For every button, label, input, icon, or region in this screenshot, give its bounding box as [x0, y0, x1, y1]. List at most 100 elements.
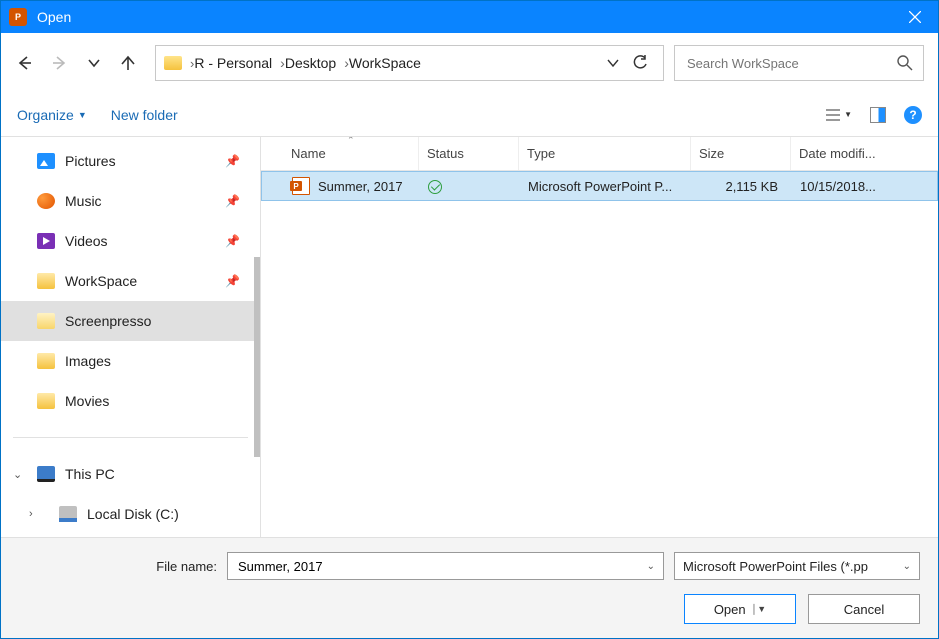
back-button[interactable]: [15, 54, 33, 72]
sidebar-item-movies[interactable]: Movies: [1, 381, 260, 421]
file-size: 2,115 KB: [692, 179, 792, 194]
crumb-workspace[interactable]: WorkSpace: [349, 55, 421, 71]
sidebar-item-music[interactable]: Music 📌: [1, 181, 260, 221]
folder-open-icon: [37, 313, 55, 329]
column-header-status[interactable]: Status: [419, 137, 519, 170]
forward-button[interactable]: [51, 54, 69, 72]
folder-icon: [37, 353, 55, 369]
arrow-right-icon: [51, 54, 69, 72]
sidebar-item-videos[interactable]: Videos 📌: [1, 221, 260, 261]
file-list-header: ⌃Name Status Type Size Date modifi...: [261, 137, 938, 171]
folder-icon: [37, 273, 55, 289]
organize-menu[interactable]: Organize ▼: [17, 107, 87, 123]
sidebar-item-this-pc[interactable]: ⌄ This PC: [1, 454, 260, 494]
crumb-label: Desktop: [285, 55, 336, 71]
column-header-name[interactable]: ⌃Name: [261, 137, 419, 170]
dialog-title: Open: [37, 9, 892, 25]
crumb-r-personal[interactable]: R - Personal›: [194, 55, 284, 71]
sidebar-item-label: Videos: [65, 233, 108, 249]
sidebar-divider: [13, 437, 248, 438]
file-row[interactable]: Summer, 2017 Microsoft PowerPoint P... 2…: [261, 171, 938, 201]
chevron-down-icon: [607, 57, 619, 69]
open-dialog-window: P Open › R - Personal› Desktop› WorkSpac…: [0, 0, 939, 639]
caret-down-icon: ▼: [78, 110, 87, 120]
pictures-icon: [37, 153, 55, 169]
close-icon: [909, 11, 921, 23]
arrow-up-icon: [119, 54, 137, 72]
close-button[interactable]: [892, 1, 938, 33]
navigation-pane[interactable]: Pictures 📌 Music 📌 Videos 📌 WorkSpace📌 Scre…: [1, 137, 261, 537]
address-dropdown[interactable]: [601, 57, 625, 69]
titlebar: P Open: [1, 1, 938, 33]
view-options-button[interactable]: ▼: [826, 108, 852, 122]
sidebar-item-workspace[interactable]: WorkSpace📌: [1, 261, 260, 301]
this-pc-icon: [37, 466, 55, 482]
sidebar-item-label: Local Disk (C:): [87, 506, 179, 522]
navigation-bar: › R - Personal› Desktop› WorkSpace: [1, 33, 938, 93]
file-type: Microsoft PowerPoint P...: [520, 179, 692, 194]
sidebar-item-label: WorkSpace: [65, 273, 137, 289]
address-bar[interactable]: › R - Personal› Desktop› WorkSpace: [155, 45, 664, 81]
chevron-down-icon[interactable]: ⌄: [903, 561, 911, 572]
column-header-date[interactable]: Date modifi...: [791, 137, 938, 170]
search-box[interactable]: [674, 45, 924, 81]
nav-arrows: [15, 54, 145, 72]
new-folder-button[interactable]: New folder: [111, 107, 178, 123]
sidebar-item-label: Images: [65, 353, 111, 369]
column-header-type[interactable]: Type: [519, 137, 691, 170]
caret-down-icon: ▼: [844, 110, 852, 119]
chevron-down-icon[interactable]: ⌄: [13, 468, 22, 481]
filename-combobox[interactable]: ⌄: [227, 552, 664, 580]
pin-icon: 📌: [225, 154, 240, 168]
filename-input[interactable]: [236, 558, 647, 575]
sidebar-item-screenpresso[interactable]: Screenpresso: [1, 301, 260, 341]
folder-icon: [37, 393, 55, 409]
powerpoint-file-icon: [292, 177, 310, 195]
folder-icon: [164, 56, 182, 70]
cancel-button[interactable]: Cancel: [808, 594, 920, 624]
disk-icon: [59, 506, 77, 522]
open-button[interactable]: Open│▼: [684, 594, 796, 624]
crumb-desktop[interactable]: Desktop›: [285, 55, 349, 71]
chevron-down-icon: [87, 56, 101, 70]
refresh-button[interactable]: [625, 54, 655, 72]
dialog-footer: File name: ⌄ Microsoft PowerPoint Files …: [1, 537, 938, 638]
sort-asc-icon: ⌃: [347, 137, 355, 146]
sync-ok-icon: [428, 180, 442, 194]
preview-icon: [870, 107, 886, 123]
dialog-body: Pictures 📌 Music 📌 Videos 📌 WorkSpace📌 Scre…: [1, 137, 938, 537]
sidebar-item-label: This PC: [65, 466, 115, 482]
filename-label: File name:: [19, 559, 217, 574]
organize-label: Organize: [17, 107, 74, 123]
arrow-left-icon: [15, 54, 33, 72]
file-list-pane: ⌃Name Status Type Size Date modifi... Su…: [261, 137, 938, 537]
help-button[interactable]: ?: [904, 106, 922, 124]
scrollbar-thumb[interactable]: [254, 257, 260, 457]
pin-icon: 📌: [225, 194, 240, 208]
chevron-right-icon[interactable]: ›: [29, 508, 33, 520]
file-name: Summer, 2017: [318, 179, 403, 194]
split-caret-icon[interactable]: │▼: [752, 604, 767, 614]
sidebar-item-label: Screenpresso: [65, 313, 151, 329]
chevron-down-icon[interactable]: ⌄: [647, 561, 655, 572]
preview-pane-button[interactable]: [870, 107, 886, 123]
pin-icon: 📌: [225, 234, 240, 248]
up-button[interactable]: [119, 54, 137, 72]
crumb-label: WorkSpace: [349, 55, 421, 71]
file-date: 10/15/2018...: [792, 179, 937, 194]
filter-label: Microsoft PowerPoint Files (*.pp: [683, 559, 903, 574]
column-header-size[interactable]: Size: [691, 137, 791, 170]
sidebar-item-local-disk[interactable]: › Local Disk (C:): [1, 494, 260, 534]
search-icon: [897, 55, 913, 71]
sidebar-item-label: Pictures: [65, 153, 116, 169]
videos-icon: [37, 233, 55, 249]
app-icon: P: [9, 8, 27, 26]
file-type-filter[interactable]: Microsoft PowerPoint Files (*.pp ⌄: [674, 552, 920, 580]
sidebar-item-label: Movies: [65, 393, 109, 409]
search-input[interactable]: [685, 55, 897, 72]
sidebar-item-pictures[interactable]: Pictures 📌: [1, 141, 260, 181]
sidebar-item-label: Music: [65, 193, 102, 209]
crumb-label: R - Personal: [194, 55, 272, 71]
sidebar-item-images[interactable]: Images: [1, 341, 260, 381]
recent-locations-button[interactable]: [87, 56, 101, 70]
